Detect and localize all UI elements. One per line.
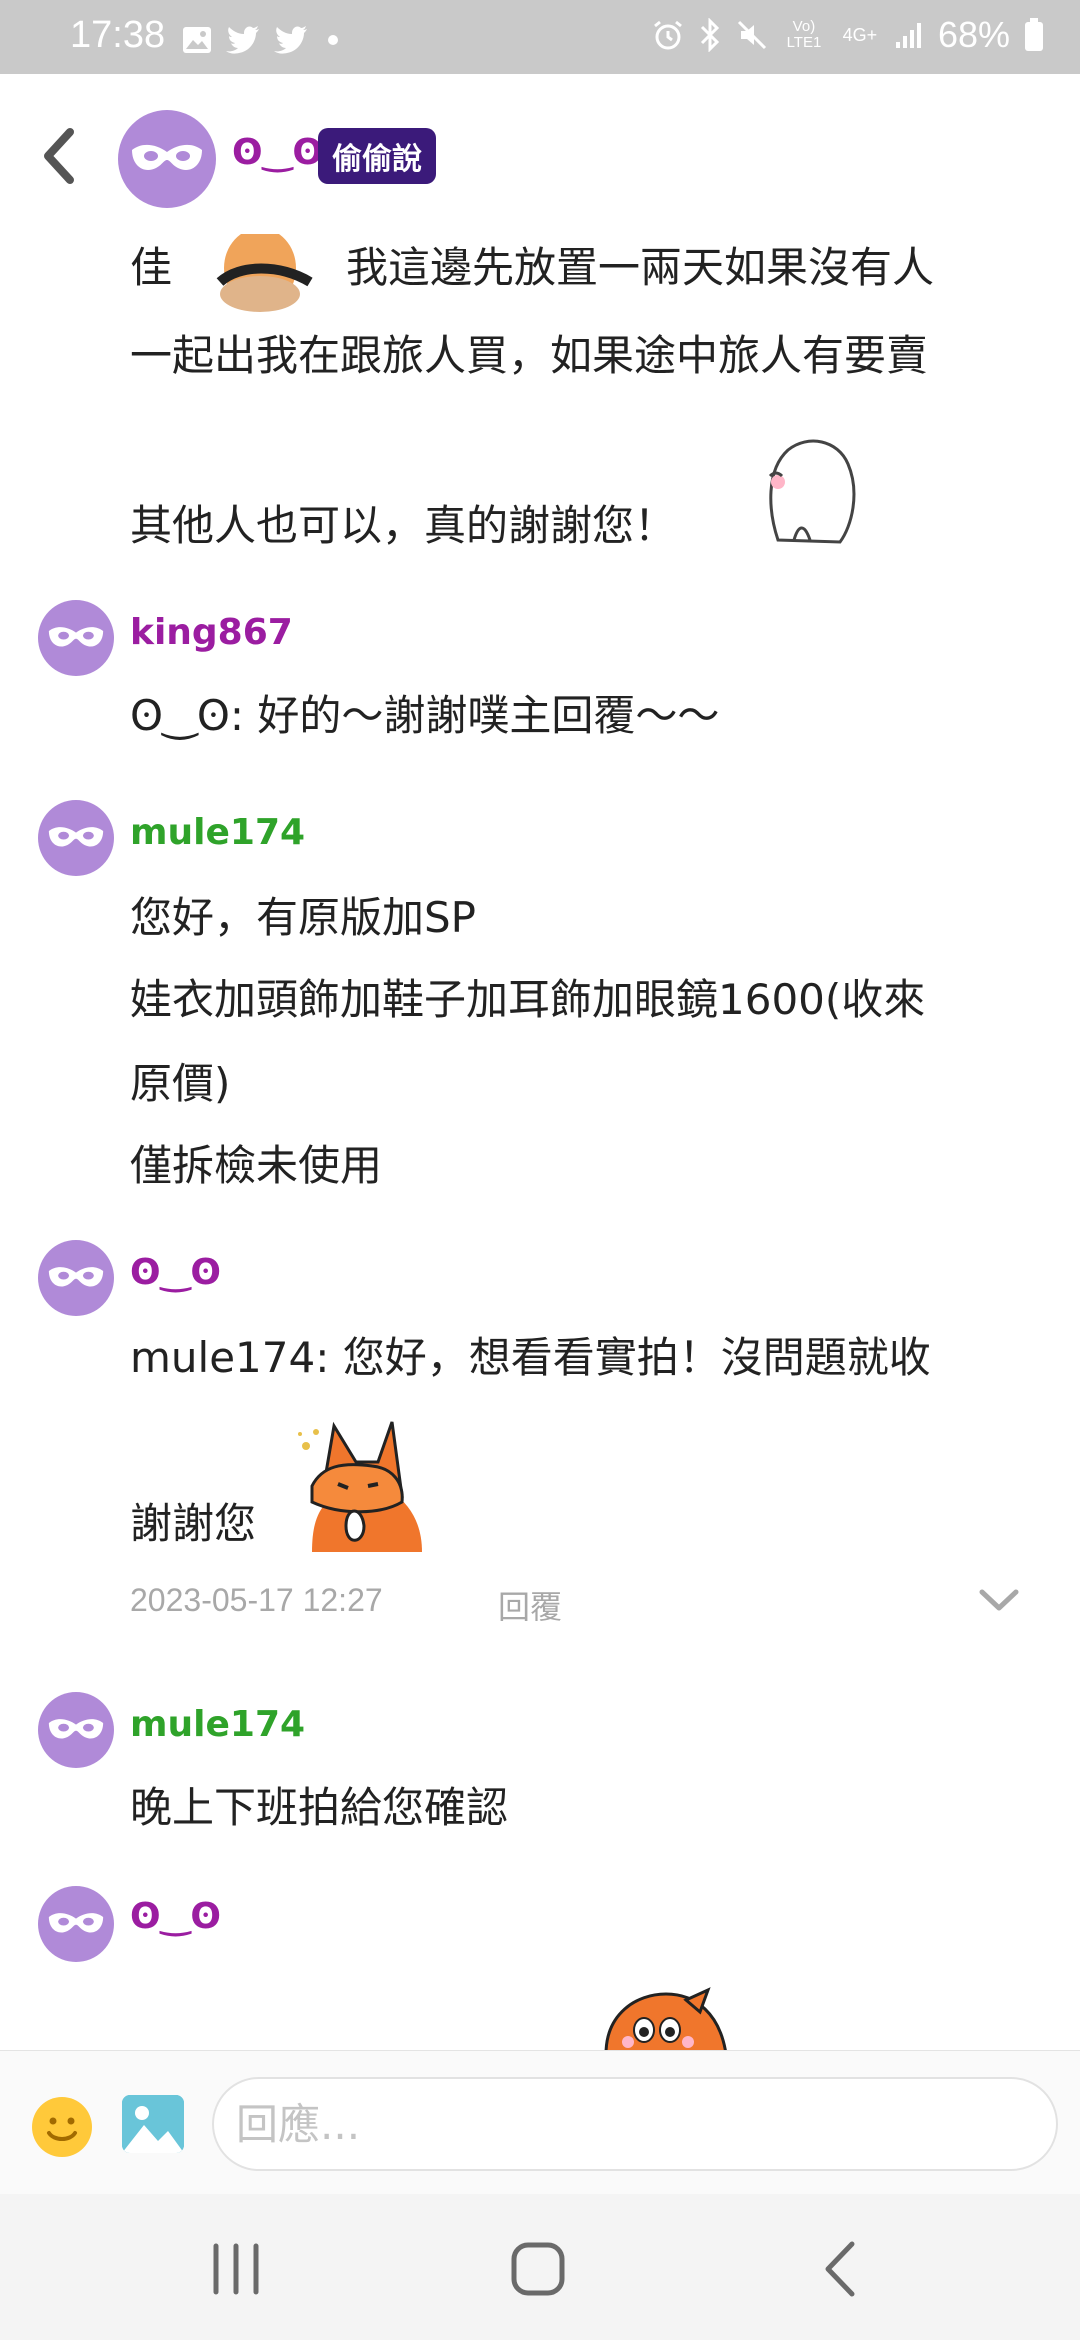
reply-bar [0, 2050, 1080, 2195]
notification-dot-icon [328, 35, 338, 45]
gallery-icon [183, 27, 211, 53]
message-text: 僅拆檢未使用 [130, 1141, 383, 1190]
battery-icon [1025, 18, 1043, 51]
response-username[interactable]: mule174 [130, 1704, 305, 1745]
home-icon[interactable] [498, 2234, 578, 2304]
avatar[interactable] [38, 600, 114, 676]
message-text: mule174: 您好，想看看實拍！沒問題就收 [130, 1333, 931, 1382]
sticker-image [768, 439, 856, 544]
mask-icon [48, 1913, 104, 1933]
message-text: 原價) [130, 1059, 231, 1108]
plurk-header: ʘ‿ʘ 偷偷說 [0, 74, 1080, 234]
response-username[interactable]: ʘ‿ʘ [130, 1252, 221, 1293]
message-text: 娃衣加頭飾加鞋子加耳飾加眼鏡1600(收來 [130, 975, 926, 1024]
alarm-icon [654, 20, 682, 50]
avatar[interactable] [118, 110, 216, 208]
avatar[interactable] [38, 800, 114, 876]
message-text: 謝謝您 [130, 1499, 257, 1548]
avatar[interactable] [38, 1886, 114, 1962]
network-type-label: 4G+ [842, 25, 878, 45]
mask-icon [48, 1719, 104, 1739]
back-arrow-icon[interactable] [36, 126, 86, 186]
sticker-image [298, 1421, 422, 1552]
sticker-image [216, 234, 313, 312]
system-nav-bar [0, 2194, 1080, 2340]
message-text: 一起出我在跟旅人買，如果途中旅人有要賣 [130, 331, 929, 380]
response-username[interactable]: mule174 [130, 812, 305, 853]
response-list: 佳 我這邊先放置一兩天如果沒有人 一起出我在跟旅人買，如果途中旅人有要賣 其他人… [0, 234, 1080, 2050]
message-text: 您好，有原版加SP [130, 893, 476, 942]
response-timestamp: 2023-05-17 12:27 [130, 1582, 383, 1618]
status-time: 17:38 [70, 14, 166, 56]
status-bar: 17:38 Vo) LTE1 4G+ 68% [0, 0, 1080, 74]
message-text: ʘ‿ʘ: 好的～謝謝噗主回覆～～ [130, 691, 720, 740]
reply-link[interactable]: 回覆 [498, 1582, 562, 1628]
image-icon [122, 2095, 184, 2153]
mute-icon [737, 20, 766, 50]
bluetooth-icon [700, 18, 720, 52]
twitter-icon [226, 26, 259, 54]
plurk-owner-name[interactable]: ʘ‿ʘ [232, 132, 323, 173]
mask-icon [48, 827, 104, 847]
avatar[interactable] [38, 1692, 114, 1768]
reply-input[interactable] [212, 2077, 1058, 2171]
twitter-icon [274, 26, 307, 54]
smiley-icon [47, 2117, 77, 2141]
message-text: 佳 [130, 243, 173, 292]
avatar[interactable] [38, 1240, 114, 1316]
message-text: 其他人也可以，真的謝謝您！ [130, 501, 677, 550]
recent-apps-icon[interactable] [196, 2234, 276, 2304]
emoji-button[interactable] [32, 2097, 92, 2157]
signal-icon [895, 23, 921, 48]
back-nav-icon[interactable] [802, 2234, 882, 2304]
response-username[interactable]: ʘ‿ʘ [130, 1896, 221, 1937]
sticker-image [604, 1987, 727, 2050]
image-upload-button[interactable] [122, 2095, 184, 2153]
response-username[interactable]: king867 [130, 612, 293, 653]
battery-percent: 68% [937, 14, 1010, 55]
mask-icon [48, 1267, 104, 1287]
message-text: 晚上下班拍給您確認 [130, 1783, 509, 1832]
volte-label: Vo) LTE1 [786, 18, 822, 51]
whisper-badge: 偷偷說 [318, 128, 436, 184]
chevron-down-icon[interactable] [978, 1586, 1020, 1614]
mask-icon [48, 627, 104, 647]
message-text: 我這邊先放置一兩天如果沒有人 [346, 243, 935, 292]
mask-icon [132, 144, 202, 170]
